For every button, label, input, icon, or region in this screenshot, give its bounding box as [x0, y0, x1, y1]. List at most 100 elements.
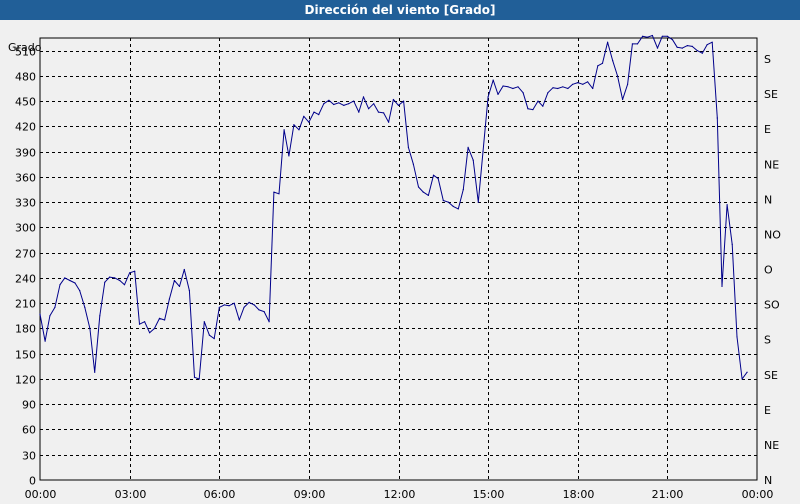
- y-tick-label: 30: [22, 450, 36, 463]
- compass-tick-label: N: [764, 193, 772, 206]
- data-point: [268, 321, 270, 323]
- data-point: [233, 302, 235, 304]
- data-point: [547, 92, 549, 94]
- data-point: [706, 44, 708, 46]
- data-point: [686, 45, 689, 47]
- x-tick-time: 06:00: [204, 488, 236, 500]
- data-point: [238, 319, 240, 321]
- data-point: [183, 268, 185, 271]
- data-point: [208, 334, 210, 336]
- x-tick-time: 09:00: [294, 488, 326, 500]
- data-point: [248, 301, 250, 303]
- data-point: [681, 47, 683, 49]
- compass-tick-label: E: [764, 404, 771, 417]
- data-point: [651, 34, 654, 37]
- data-point: [487, 96, 489, 98]
- data-point: [283, 129, 285, 131]
- data-point: [243, 306, 245, 308]
- data-point: [109, 276, 111, 278]
- data-point: [407, 146, 409, 148]
- series-wind-direction: [39, 34, 748, 380]
- data-point: [253, 304, 255, 306]
- data-point: [731, 243, 733, 245]
- grid-lines: [40, 38, 757, 480]
- data-point: [592, 87, 594, 90]
- data-point: [198, 378, 200, 380]
- compass-tick-label: N: [764, 474, 772, 487]
- data-point: [144, 321, 146, 323]
- data-point: [119, 279, 121, 282]
- chart-area: Grado 0 30 60 90 120 150 180 210 240 270 300 330 360…: [0, 20, 800, 504]
- y-tick-label: 60: [22, 424, 36, 437]
- data-point: [497, 93, 499, 95]
- data-point: [328, 99, 330, 101]
- data-point: [228, 305, 230, 307]
- data-point: [99, 315, 101, 317]
- data-point: [403, 100, 405, 102]
- data-point: [164, 319, 166, 321]
- compass-tick-label: SO: [764, 299, 780, 312]
- window-title: Dirección del viento [Grado]: [0, 0, 800, 20]
- series-line: [39, 35, 748, 380]
- data-point: [646, 36, 649, 38]
- data-point: [741, 378, 743, 380]
- data-point: [622, 98, 624, 101]
- data-point: [631, 43, 634, 45]
- x-tick-time: 00:00: [742, 488, 774, 500]
- data-point: [218, 306, 220, 308]
- y-tick-label: 240: [15, 273, 36, 286]
- data-point: [69, 279, 71, 282]
- data-point: [572, 83, 574, 85]
- data-point: [711, 41, 713, 43]
- data-point: [666, 35, 669, 37]
- data-point: [442, 199, 444, 202]
- y-tick-label: 510: [15, 46, 36, 59]
- compass-tick-label: SE: [764, 88, 778, 101]
- y-tick-label: 300: [15, 222, 36, 235]
- data-point: [612, 60, 614, 62]
- data-point: [263, 311, 265, 313]
- y-tick-label: 150: [15, 349, 36, 362]
- y-tick-label: 480: [15, 71, 36, 84]
- data-point: [472, 159, 474, 161]
- y-tick-label: 0: [29, 475, 36, 488]
- data-point: [616, 75, 619, 77]
- data-point: [303, 115, 305, 117]
- data-point: [422, 191, 424, 193]
- x-tick-time: 21:00: [652, 488, 684, 500]
- data-point: [746, 371, 748, 373]
- data-point: [392, 98, 394, 101]
- data-point: [138, 323, 141, 325]
- data-point: [308, 121, 310, 123]
- data-point: [59, 284, 61, 286]
- data-point: [168, 298, 170, 300]
- data-point: [323, 103, 325, 105]
- x-tick-time: 18:00: [563, 488, 595, 500]
- data-point: [457, 208, 459, 210]
- y-tick-label: 210: [15, 298, 36, 311]
- data-point: [153, 327, 155, 330]
- y-tick-label: 120: [15, 374, 36, 387]
- data-point: [522, 92, 524, 94]
- data-point: [338, 102, 340, 104]
- data-point: [597, 65, 599, 67]
- data-point: [377, 111, 380, 113]
- data-point: [123, 284, 126, 286]
- data-point: [587, 81, 589, 83]
- y-tick-label: 180: [15, 323, 36, 336]
- data-point: [477, 201, 479, 203]
- data-point: [726, 204, 728, 206]
- compass-tick-label: S: [764, 53, 771, 66]
- data-point: [134, 270, 136, 272]
- compass-tick-label: S: [764, 334, 771, 347]
- data-point: [557, 87, 559, 90]
- data-point: [447, 201, 449, 203]
- compass-tick-label: SE: [764, 369, 778, 382]
- data-point: [721, 285, 723, 287]
- data-point: [736, 336, 738, 338]
- data-point: [552, 87, 554, 89]
- data-point: [203, 321, 205, 323]
- data-point: [582, 83, 584, 85]
- data-point: [542, 105, 544, 107]
- data-point: [517, 86, 519, 88]
